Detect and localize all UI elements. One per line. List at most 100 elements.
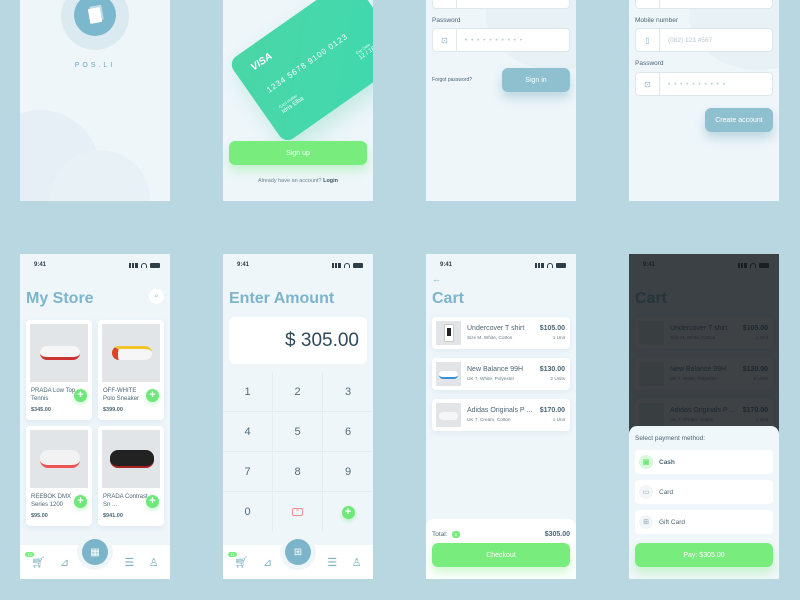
product-image: [30, 430, 88, 488]
search-icon: ⌕: [154, 292, 159, 300]
splash-screen: POS.LI: [20, 0, 170, 201]
nav-calculator[interactable]: ▦: [82, 539, 108, 565]
chart-icon: ⊿: [59, 556, 70, 569]
product-card[interactable]: PRADA Contrast Sn ... $941.00 +: [98, 426, 164, 526]
cart-screen: 9:41 ← Cart Undercover T shirt Size M, W…: [426, 254, 576, 579]
key-0[interactable]: 0: [223, 492, 273, 532]
add-key[interactable]: +: [323, 492, 373, 532]
amount-screen: 9:41 Enter Amount $ 305.00 1 2 3 4 5 6 7…: [223, 254, 373, 579]
card-brand: VISA: [249, 50, 275, 74]
nav-profile[interactable]: ♙: [149, 556, 159, 569]
chart-icon: ⊿: [262, 556, 273, 569]
payment-option-cash[interactable]: ▣ Cash: [635, 450, 773, 474]
status-bar: 9:41: [237, 260, 363, 270]
checkout-button[interactable]: Checkout: [432, 543, 570, 567]
key-4[interactable]: 4: [223, 412, 273, 452]
add-to-cart-button[interactable]: +: [74, 495, 87, 508]
nav-settings[interactable]: ☰: [124, 556, 134, 569]
cart-item[interactable]: Undercover T shirt Size M, White, Cotton…: [432, 317, 570, 349]
payment-option-label: Cash: [659, 458, 675, 466]
create-account-button[interactable]: Create account: [705, 108, 773, 132]
payment-option-card[interactable]: ▭ Card: [635, 480, 773, 504]
key-9[interactable]: 9: [323, 452, 373, 492]
amount-display: $ 305.00: [229, 317, 367, 364]
item-count-badge: 3: [451, 531, 460, 538]
key-7[interactable]: 7: [223, 452, 273, 492]
battery-icon: [353, 262, 363, 268]
item-desc: UK 7, White, Polyester: [467, 376, 515, 381]
status-time: 9:41: [34, 262, 47, 268]
cart-item[interactable]: Adidas Originals P ... UK 7, Cream, Cott…: [432, 399, 570, 431]
product-price: $95.00: [31, 513, 48, 519]
key-6[interactable]: 6: [323, 412, 373, 452]
login-prompt: Already have an account? Login: [223, 178, 373, 184]
product-card[interactable]: REEBOK DMX Series 1200 $95.00 +: [26, 426, 92, 526]
cash-icon: ▣: [639, 455, 653, 469]
item-desc: Size M, White, Cotton: [467, 335, 513, 340]
pay-button[interactable]: Pay: $305.00: [635, 543, 773, 567]
cart-item[interactable]: New Balance 99H UK 7, White, Polyester $…: [432, 358, 570, 390]
signal-icon: [129, 262, 138, 268]
product-price: $345.00: [31, 407, 51, 413]
status-time: 9:41: [237, 262, 250, 268]
nav-cart[interactable]: 12 🛒︎: [228, 551, 248, 569]
key-5[interactable]: 5: [273, 412, 323, 452]
item-thumbnail: [436, 362, 461, 386]
item-thumbnail: [436, 321, 461, 345]
mobile-field[interactable]: ▯ (082) 123 4567: [635, 28, 773, 52]
password-value: • • • • • • • • • •: [465, 36, 524, 44]
password-label: Password: [432, 17, 461, 24]
backspace-key[interactable]: ×: [273, 492, 323, 532]
store-screen: 9:41 My Store ⌕ PRADA Low Top Tennis $34…: [20, 254, 170, 579]
search-button[interactable]: ⌕: [149, 289, 164, 304]
backspace-icon: ×: [292, 508, 303, 516]
page-title: My Store: [26, 290, 94, 307]
payment-option-gift-card[interactable]: ⊞ Gift Card: [635, 510, 773, 534]
password-field[interactable]: ⊡ • • • • • • • • • •: [432, 28, 570, 52]
product-card[interactable]: OFF-WHITE Polo Sneaker $399.00 +: [98, 320, 164, 420]
nav-profile[interactable]: ♙: [352, 556, 362, 569]
username-field[interactable]: ●: [432, 0, 570, 9]
nav-chart[interactable]: ⊿: [60, 556, 69, 569]
password-label: Password: [635, 60, 664, 67]
email-field[interactable]: ✉: [635, 0, 773, 9]
key-1[interactable]: 1: [223, 372, 273, 412]
add-to-cart-button[interactable]: +: [74, 389, 87, 402]
phone-icon: ▯: [636, 29, 660, 51]
page-title: Cart: [432, 290, 465, 307]
signal-icon: [535, 262, 544, 268]
login-prompt-text: Already have an account?: [257, 178, 322, 184]
key-8[interactable]: 8: [273, 452, 323, 492]
qr-icon: ⊞: [293, 546, 303, 558]
login-link[interactable]: Login: [323, 178, 338, 184]
mail-icon: ✉: [636, 0, 660, 8]
signin-screen: ● Password ⊡ • • • • • • • • • • Forgot …: [426, 0, 576, 201]
total-amount: $305.00: [544, 531, 570, 538]
add-to-cart-button[interactable]: +: [146, 389, 159, 402]
cart-badge: 12: [25, 551, 34, 557]
nav-chart[interactable]: ⊿: [263, 556, 272, 569]
key-3[interactable]: 3: [323, 372, 373, 412]
status-bar: 9:41: [440, 260, 566, 270]
product-name: REEBOK DMX Series 1200: [31, 494, 72, 508]
back-button[interactable]: ←: [432, 274, 441, 284]
password-value: • • • • • • • • • •: [668, 80, 727, 88]
payment-option-label: Gift Card: [659, 518, 686, 526]
add-to-cart-button[interactable]: +: [146, 495, 159, 508]
product-price: $399.00: [103, 407, 123, 413]
user-icon: ●: [433, 0, 457, 8]
nav-cart[interactable]: 12 🛒︎: [25, 551, 45, 569]
battery-icon: [150, 262, 160, 268]
product-card[interactable]: PRADA Low Top Tennis $345.00 +: [26, 320, 92, 420]
nav-scan[interactable]: ⊞: [285, 539, 311, 565]
signin-button[interactable]: Sign in: [502, 68, 570, 92]
product-name: PRADA Low Top Tennis: [31, 388, 76, 402]
wifi-icon: [547, 262, 553, 268]
card-number: 1234 5678 9100 0123: [265, 31, 350, 95]
forgot-password-link[interactable]: Forgot password?: [432, 77, 472, 83]
signup-button[interactable]: Sign up: [229, 141, 367, 165]
nav-settings[interactable]: ☰: [327, 556, 337, 569]
password-field[interactable]: ⊡ • • • • • • • • • •: [635, 72, 773, 96]
item-price: $170.00: [539, 407, 565, 414]
key-2[interactable]: 2: [273, 372, 323, 412]
